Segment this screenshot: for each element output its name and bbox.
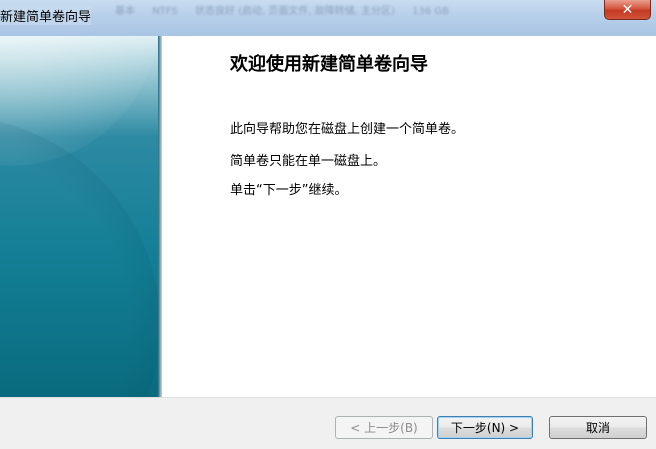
instruction-text: 单击“下一步”继续。 — [230, 183, 348, 198]
wizard-content: 欢迎使用新建简单卷向导 此向导帮助您在磁盘上创建一个简单卷。 简单卷只能在单一磁… — [162, 36, 656, 397]
close-icon: ✕ — [621, 1, 634, 18]
window-title: 新建简单卷向导 — [0, 6, 92, 25]
wizard-side-banner — [0, 36, 158, 397]
title-bar: 基本 NTFS 状态良好 (启动, 页面文件, 故障转储, 主分区) 136 G… — [0, 0, 656, 36]
back-button[interactable]: < 上一步(B) — [335, 416, 433, 439]
blur-text: 136 GB — [412, 6, 450, 17]
button-bar: < 上一步(B) 下一步(N) > 取消 — [0, 397, 656, 449]
intro-text: 此向导帮助您在磁盘上创建一个简单卷。 — [230, 122, 465, 137]
page-title: 欢迎使用新建简单卷向导 — [230, 54, 428, 75]
info-text: 简单卷只能在单一磁盘上。 — [230, 154, 387, 169]
close-button[interactable]: ✕ — [604, 0, 651, 20]
cancel-button[interactable]: 取消 — [549, 416, 647, 439]
next-button[interactable]: 下一步(N) > — [437, 416, 533, 439]
blur-text: 状态良好 (启动, 页面文件, 故障转储, 主分区) — [194, 6, 395, 17]
blur-text: 基本 — [115, 6, 135, 17]
blur-text: NTFS — [152, 6, 178, 17]
background-window-blur: 基本 NTFS 状态良好 (启动, 页面文件, 故障转储, 主分区) 136 G… — [115, 5, 575, 35]
